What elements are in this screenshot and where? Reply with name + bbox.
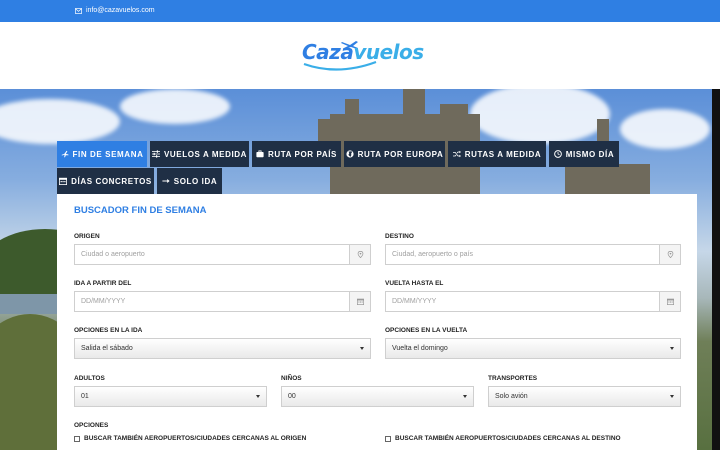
tab-dias-concretos[interactable]: DÍAS CONCRETOS xyxy=(57,168,154,194)
site-header: Cazavuelos xyxy=(0,22,720,89)
logo-text-vuelos: vuelos xyxy=(353,40,424,64)
return-date-placeholder: DD/MM/YYYY xyxy=(392,298,437,305)
nearby-origin-label: BUSCAR TAMBIÉN AEROPUERTOS/CIUDADES CERC… xyxy=(84,435,307,442)
nearby-destination-label: BUSCAR TAMBIÉN AEROPUERTOS/CIUDADES CERC… xyxy=(395,435,621,442)
tab-label: VUELOS A MEDIDA xyxy=(163,149,248,159)
destination-input[interactable]: Ciudad, aeropuerto o país xyxy=(385,244,681,265)
return-date-label: VUELTA HASTA EL xyxy=(385,280,444,287)
arrow-right-icon xyxy=(162,179,170,183)
site-logo[interactable]: Cazavuelos xyxy=(298,36,424,76)
children-value: 00 xyxy=(288,393,296,400)
calendar-icon xyxy=(349,292,370,311)
logo-text-caza: Caza xyxy=(302,40,354,64)
outbound-options-value: Salida el sábado xyxy=(81,345,133,352)
return-options-value: Vuelta el domingo xyxy=(392,345,448,352)
plane-icon xyxy=(61,150,69,158)
options-label: OPCIONES xyxy=(74,422,109,429)
caret-down-icon xyxy=(670,395,674,398)
panel-title: BUSCADOR FIN DE SEMANA xyxy=(74,205,207,216)
contact-email-text: info@cazavuelos.com xyxy=(86,7,155,14)
logo-text: Cazavuelos xyxy=(302,40,424,64)
adults-select[interactable]: 01 xyxy=(74,386,267,407)
tab-label: SOLO IDA xyxy=(173,176,218,186)
sliders-icon xyxy=(151,150,160,158)
tab-label: MISMO DÍA xyxy=(565,149,615,159)
depart-date-placeholder: DD/MM/YYYY xyxy=(81,298,126,305)
adults-label: ADULTOS xyxy=(74,375,105,382)
tab-rutas-a-medida[interactable]: RUTAS A MEDIDA xyxy=(448,141,546,167)
search-panel: BUSCADOR FIN DE SEMANA ORIGEN Ciudad o a… xyxy=(57,194,697,450)
transport-label: TRANSPORTES xyxy=(488,375,538,382)
top-bar: info@cazavuelos.com xyxy=(0,0,720,22)
outbound-options-label: OPCIONES EN LA IDA xyxy=(74,327,143,334)
tab-label: DÍAS CONCRETOS xyxy=(71,176,152,186)
tab-fin-de-semana[interactable]: FIN DE SEMANA xyxy=(57,141,147,167)
transport-value: Solo avión xyxy=(495,393,528,400)
return-options-select[interactable]: Vuelta el domingo xyxy=(385,338,681,359)
return-date-input[interactable]: DD/MM/YYYY xyxy=(385,291,681,312)
checkbox-box[interactable] xyxy=(385,435,391,442)
tab-vuelos-a-medida[interactable]: VUELOS A MEDIDA xyxy=(150,141,249,167)
suitcase-icon xyxy=(256,150,264,158)
depart-date-label: IDA A PARTIR DEL xyxy=(74,280,132,287)
destination-label: DESTINO xyxy=(385,233,414,240)
return-options-label: OPCIONES EN LA VUELTA xyxy=(385,327,468,334)
outbound-options-select[interactable]: Salida el sábado xyxy=(74,338,371,359)
destination-placeholder: Ciudad, aeropuerto o país xyxy=(392,251,473,258)
clock-icon xyxy=(553,150,562,158)
origin-placeholder: Ciudad o aeropuerto xyxy=(81,251,145,258)
tab-label: RUTA POR EUROPA xyxy=(357,149,444,159)
nearby-origin-checkbox[interactable]: BUSCAR TAMBIÉN AEROPUERTOS/CIUDADES CERC… xyxy=(74,435,306,442)
origin-input[interactable]: Ciudad o aeropuerto xyxy=(74,244,371,265)
tab-solo-ida[interactable]: SOLO IDA xyxy=(157,168,222,194)
caret-down-icon xyxy=(256,395,260,398)
tab-mismo-dia[interactable]: MISMO DÍA xyxy=(549,141,619,167)
location-pin-icon xyxy=(659,245,680,264)
tab-label: RUTAS A MEDIDA xyxy=(464,149,542,159)
tab-label: FIN DE SEMANA xyxy=(72,149,144,159)
location-pin-icon xyxy=(349,245,370,264)
tab-label: RUTA POR PAÍS xyxy=(268,149,337,159)
contact-email[interactable]: info@cazavuelos.com xyxy=(75,7,155,14)
transport-select[interactable]: Solo avión xyxy=(488,386,681,407)
tab-ruta-por-europa[interactable]: RUTA POR EUROPA xyxy=(344,141,445,167)
tab-ruta-por-pais[interactable]: RUTA POR PAÍS xyxy=(252,141,341,167)
children-label: NIÑOS xyxy=(281,375,302,382)
caret-down-icon xyxy=(463,395,467,398)
checkbox-box[interactable] xyxy=(74,435,80,442)
depart-date-input[interactable]: DD/MM/YYYY xyxy=(74,291,371,312)
shuffle-icon xyxy=(452,150,461,158)
globe-icon xyxy=(346,150,354,158)
calendar-icon xyxy=(59,177,68,185)
nearby-destination-checkbox[interactable]: BUSCAR TAMBIÉN AEROPUERTOS/CIUDADES CERC… xyxy=(385,435,621,442)
calendar-icon xyxy=(659,292,680,311)
adults-value: 01 xyxy=(81,393,89,400)
children-select[interactable]: 00 xyxy=(281,386,474,407)
caret-down-icon xyxy=(360,347,364,350)
origin-label: ORIGEN xyxy=(74,233,100,240)
envelope-icon xyxy=(75,7,82,14)
caret-down-icon xyxy=(670,347,674,350)
